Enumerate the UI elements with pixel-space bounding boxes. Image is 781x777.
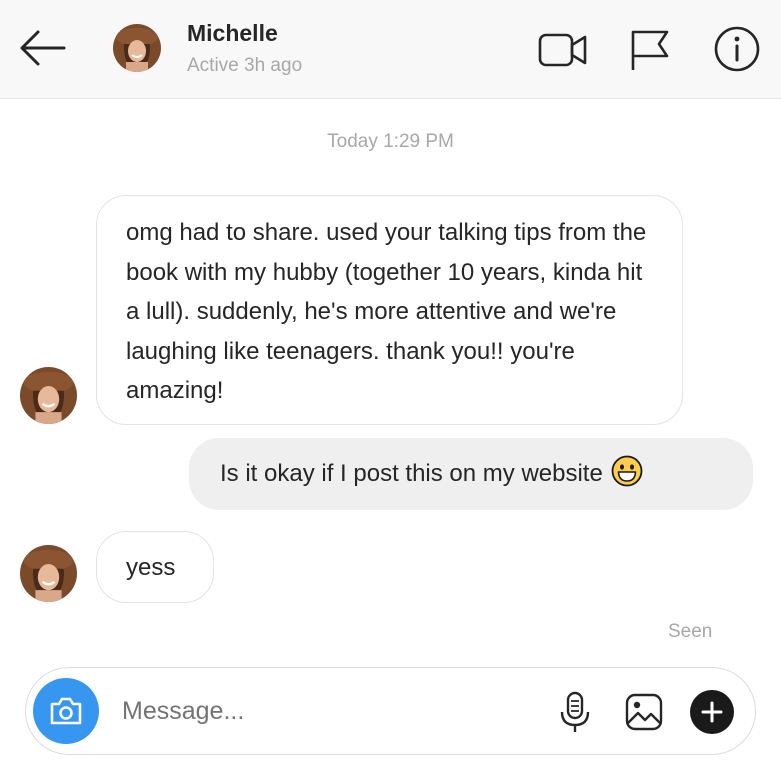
seen-indicator: Seen (668, 621, 713, 642)
info-icon (714, 26, 760, 72)
plus-icon (701, 701, 723, 723)
flag-icon (631, 30, 669, 70)
sender-avatar[interactable] (20, 367, 77, 424)
microphone-icon (560, 691, 590, 732)
camera-icon (50, 697, 82, 725)
contact-name[interactable]: Michelle (187, 20, 278, 47)
message-composer (25, 667, 756, 755)
add-photo-button[interactable] (624, 692, 664, 732)
message-text: omg had to share. used your talking tips… (126, 219, 647, 404)
back-button[interactable] (16, 26, 68, 70)
report-button[interactable] (628, 28, 672, 72)
avatar-image (20, 545, 77, 602)
message-bubble-received[interactable]: omg had to share. used your talking tips… (96, 195, 683, 425)
contact-avatar[interactable] (113, 24, 161, 72)
video-call-button[interactable] (537, 30, 589, 70)
image-icon (625, 693, 663, 731)
sender-avatar[interactable] (20, 545, 77, 602)
info-button[interactable] (713, 25, 761, 73)
voice-message-button[interactable] (557, 690, 593, 734)
more-options-button[interactable] (690, 690, 734, 734)
message-input[interactable] (120, 690, 544, 732)
avatar-image (20, 367, 77, 424)
camera-button[interactable] (33, 678, 99, 744)
message-bubble-received[interactable]: yess (96, 531, 214, 603)
chat-header: Michelle Active 3h ago (0, 0, 781, 99)
back-arrow-icon (20, 30, 66, 66)
grinning-face-icon (611, 455, 643, 487)
message-bubble-sent[interactable]: Is it okay if I post this on my website (189, 438, 753, 510)
conversation-timestamp: Today 1:29 PM (327, 131, 454, 152)
video-camera-icon (538, 33, 587, 67)
contact-status: Active 3h ago (187, 55, 303, 76)
avatar-image (113, 24, 161, 72)
message-text: Is it okay if I post this on my website (220, 460, 603, 487)
message-text: yess (126, 554, 176, 581)
